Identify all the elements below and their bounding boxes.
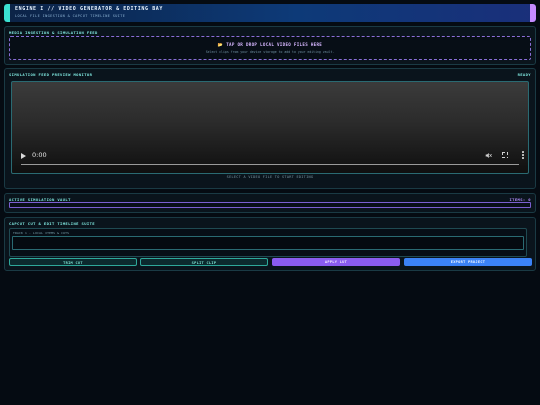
video-drop-zone[interactable]: 📂 TAP OR DROP LOCAL VIDEO FILES HERE Sel…	[9, 36, 531, 60]
app-title: ENGINE I // VIDEO GENERATOR & EDITING BA…	[15, 6, 164, 12]
preview-caption: SELECT A VIDEO FILE TO START EDITING	[226, 175, 314, 179]
timeline-suite-panel: CAPCUT CUT & EDIT TIMELINE SUITE TRACK 1…	[4, 217, 536, 271]
simulation-vault-panel: ACTIVE SIMULATION VAULT ITEMS: 0	[4, 193, 536, 213]
ingestion-panel-title: MEDIA INGESTION & SIMULATION FEED	[9, 30, 98, 35]
header-accent-left	[4, 4, 10, 22]
preview-panel-title: SIMULATION FEED PREVIEW MONITOR	[9, 72, 93, 77]
split-clip-button[interactable]: SPLIT CLIP	[140, 258, 268, 266]
video-time: 0:00	[32, 151, 47, 159]
track-label: TRACK 1 - LOCAL ITEMS & CUTS	[13, 230, 70, 235]
timeline-track: TRACK 1 - LOCAL ITEMS & CUTS	[9, 228, 527, 257]
drop-zone-subtitle: Select clips from your device storage to…	[205, 50, 335, 54]
media-ingestion-panel: MEDIA INGESTION & SIMULATION FEED 📂 TAP …	[4, 26, 536, 65]
preview-status: READY	[517, 72, 531, 77]
play-icon[interactable]	[21, 153, 26, 159]
video-progress-track[interactable]	[21, 164, 519, 165]
fullscreen-icon[interactable]	[502, 152, 509, 159]
drop-zone-title: 📂 TAP OR DROP LOCAL VIDEO FILES HERE	[10, 42, 530, 48]
app-subtitle: LOCAL FILE INGESTION & CAPCUT TIMELINE S…	[15, 13, 126, 18]
folder-icon: 📂	[217, 42, 224, 47]
trim-cut-button[interactable]: TRIM CUT	[9, 258, 137, 266]
more-options-icon[interactable]	[522, 151, 524, 159]
app-header: ENGINE I // VIDEO GENERATOR & EDITING BA…	[4, 4, 536, 22]
volume-icon[interactable]	[485, 152, 492, 159]
video-player[interactable]: 0:00	[11, 81, 529, 174]
vault-items-list[interactable]	[9, 202, 531, 208]
apply-lut-button[interactable]: APPLY LUT	[272, 258, 400, 266]
header-accent-right	[530, 4, 536, 22]
timeline-panel-title: CAPCUT CUT & EDIT TIMELINE SUITE	[9, 221, 95, 226]
track-lane[interactable]	[12, 236, 524, 250]
drop-zone-label: TAP OR DROP LOCAL VIDEO FILES HERE	[226, 42, 323, 47]
export-project-button[interactable]: EXPORT PROJECT	[404, 258, 532, 266]
video-controls: 0:00	[12, 144, 528, 173]
preview-monitor-panel: SIMULATION FEED PREVIEW MONITOR READY 0:…	[4, 68, 536, 189]
